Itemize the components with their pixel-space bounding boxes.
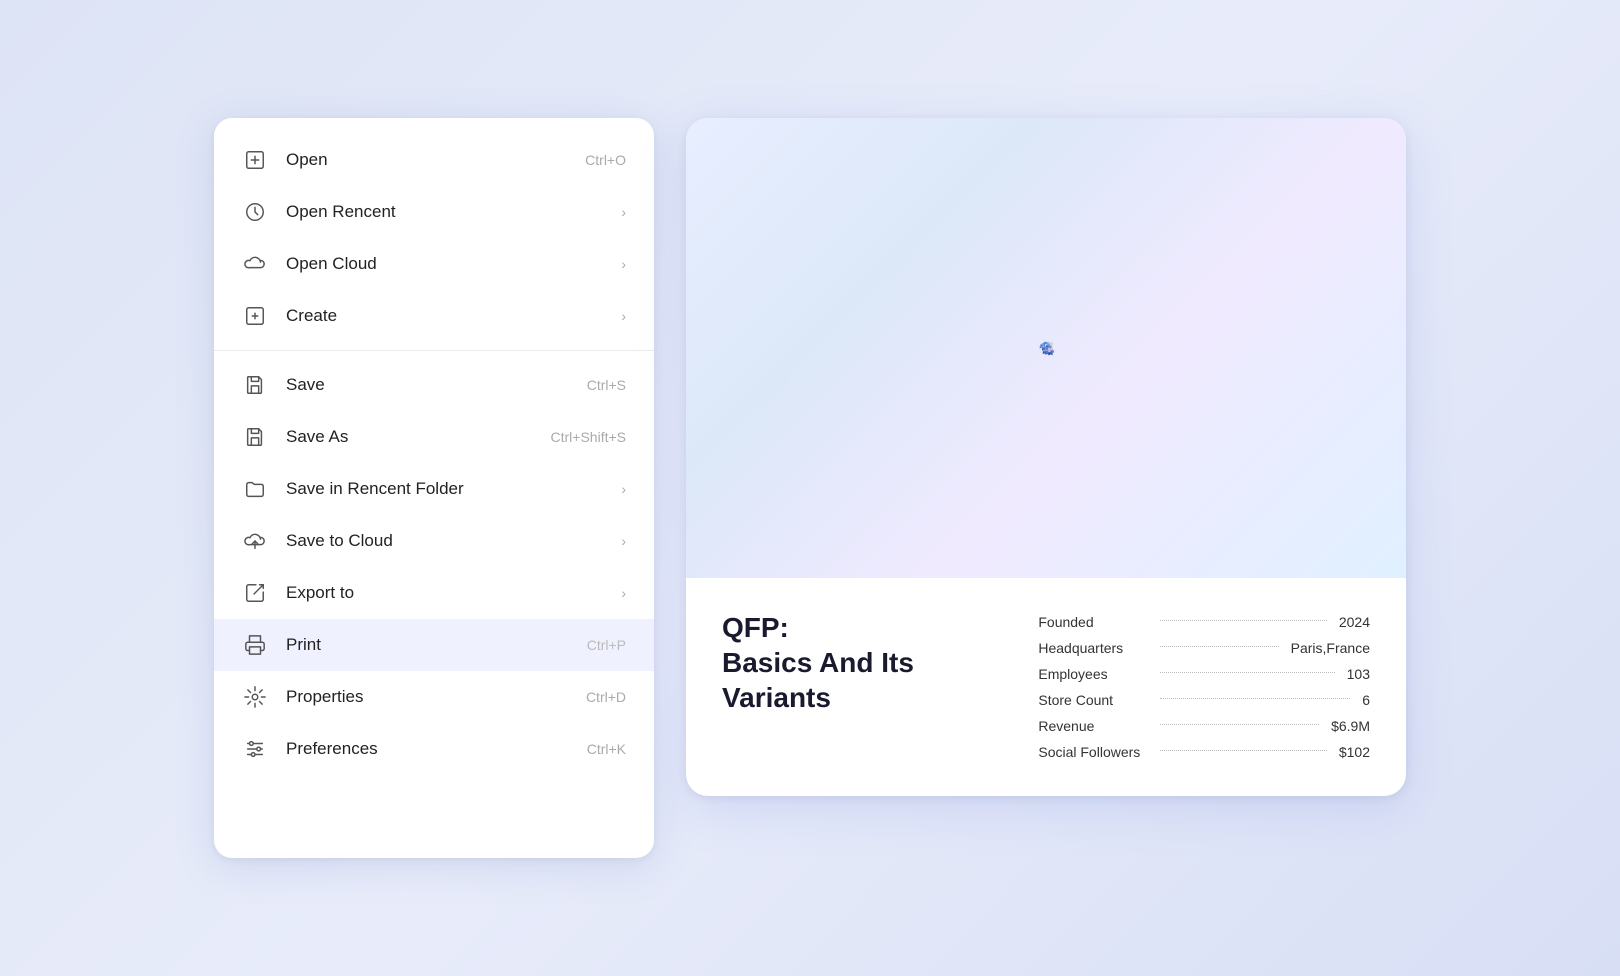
stat-value-headquarters: Paris,France	[1291, 640, 1370, 656]
stat-label-social-followers: Social Followers	[1038, 744, 1148, 760]
chevron-right-icon: ›	[621, 204, 626, 220]
preferences-icon	[242, 736, 268, 762]
menu-label-save-cloud: Save to Cloud	[286, 531, 621, 551]
save-as-icon	[242, 424, 268, 450]
menu-shortcut-preferences: Ctrl+K	[587, 741, 626, 757]
stat-dots-employees	[1160, 672, 1334, 673]
cloud-icon	[242, 251, 268, 277]
stat-dots-store-count	[1160, 698, 1350, 699]
chevron-right-icon-5: ›	[621, 533, 626, 549]
stat-label-store-count: Store Count	[1038, 692, 1148, 708]
cloud-upload-icon	[242, 528, 268, 554]
open-icon	[242, 147, 268, 173]
menu-shortcut-print: Ctrl+P	[587, 637, 626, 653]
blocks-visual	[1035, 337, 1057, 359]
menu-item-preferences[interactable]: Preferences Ctrl+K	[214, 723, 654, 775]
menu-item-save-as[interactable]: Save As Ctrl+Shift+S	[214, 411, 654, 463]
menu-item-save-recent-folder[interactable]: Save in Rencent Folder ›	[214, 463, 654, 515]
stat-value-employees: 103	[1347, 666, 1370, 682]
menu-shortcut-save-as: Ctrl+Shift+S	[551, 429, 626, 445]
stat-label-headquarters: Headquarters	[1038, 640, 1148, 656]
menu-label-open-recent: Open Rencent	[286, 202, 621, 222]
stat-row-employees: Employees 103	[1038, 666, 1370, 682]
document-stats: Founded 2024 Headquarters Paris,France E…	[1038, 610, 1370, 760]
menu-label-open-cloud: Open Cloud	[286, 254, 621, 274]
menu-item-print[interactable]: Print Ctrl+P	[214, 619, 654, 671]
menu-label-export: Export to	[286, 583, 621, 603]
stat-dots-headquarters	[1160, 646, 1278, 647]
stat-label-revenue: Revenue	[1038, 718, 1148, 734]
menu-item-open-cloud[interactable]: Open Cloud ›	[214, 238, 654, 290]
stat-value-social-followers: $102	[1339, 744, 1370, 760]
menu-label-open: Open	[286, 150, 585, 170]
stat-value-revenue: $6.9M	[1331, 718, 1370, 734]
menu-label-save-recent-folder: Save in Rencent Folder	[286, 479, 621, 499]
menu-shortcut-open: Ctrl+O	[585, 152, 626, 168]
folder-icon	[242, 476, 268, 502]
document-info: QFP:Basics And ItsVariants Founded 2024 …	[686, 578, 1406, 796]
main-container: Open Ctrl+O Open Rencent › Open Cloud › …	[194, 98, 1426, 878]
stat-label-employees: Employees	[1038, 666, 1148, 682]
menu-item-open[interactable]: Open Ctrl+O	[214, 134, 654, 186]
stat-value-store-count: 6	[1362, 692, 1370, 708]
menu-shortcut-properties: Ctrl+D	[586, 689, 626, 705]
menu-shortcut-save: Ctrl+S	[587, 377, 626, 393]
document-card: QFP:Basics And ItsVariants Founded 2024 …	[686, 118, 1406, 796]
chevron-right-icon-4: ›	[621, 481, 626, 497]
stat-row-revenue: Revenue $6.9M	[1038, 718, 1370, 734]
create-icon	[242, 303, 268, 329]
menu-label-properties: Properties	[286, 687, 586, 707]
menu-item-create[interactable]: Create ›	[214, 290, 654, 342]
menu-label-preferences: Preferences	[286, 739, 587, 759]
print-icon	[242, 632, 268, 658]
stat-row-store-count: Store Count 6	[1038, 692, 1370, 708]
chevron-right-icon-2: ›	[621, 256, 626, 272]
menu-item-save-cloud[interactable]: Save to Cloud ›	[214, 515, 654, 567]
divider-1	[214, 350, 654, 351]
menu-item-properties[interactable]: Properties Ctrl+D	[214, 671, 654, 723]
stat-dots-revenue	[1160, 724, 1319, 725]
menu-label-create: Create	[286, 306, 621, 326]
menu-label-print: Print	[286, 635, 587, 655]
stat-dots-founded	[1160, 620, 1326, 621]
menu-label-save: Save	[286, 375, 587, 395]
menu-item-save[interactable]: Save Ctrl+S	[214, 359, 654, 411]
stat-row-social-followers: Social Followers $102	[1038, 744, 1370, 760]
document-image	[686, 118, 1406, 578]
menu-item-export[interactable]: Export to ›	[214, 567, 654, 619]
stat-row-headquarters: Headquarters Paris,France	[1038, 640, 1370, 656]
context-menu: Open Ctrl+O Open Rencent › Open Cloud › …	[214, 118, 654, 858]
stat-label-founded: Founded	[1038, 614, 1148, 630]
document-title: QFP:Basics And ItsVariants	[722, 610, 998, 760]
clock-icon	[242, 199, 268, 225]
stat-value-founded: 2024	[1339, 614, 1370, 630]
stat-row-founded: Founded 2024	[1038, 614, 1370, 630]
menu-item-open-recent[interactable]: Open Rencent ›	[214, 186, 654, 238]
stat-dots-social-followers	[1160, 750, 1326, 751]
menu-label-save-as: Save As	[286, 427, 551, 447]
export-icon	[242, 580, 268, 606]
properties-icon	[242, 684, 268, 710]
chevron-right-icon-6: ›	[621, 585, 626, 601]
save-icon	[242, 372, 268, 398]
chevron-right-icon-3: ›	[621, 308, 626, 324]
